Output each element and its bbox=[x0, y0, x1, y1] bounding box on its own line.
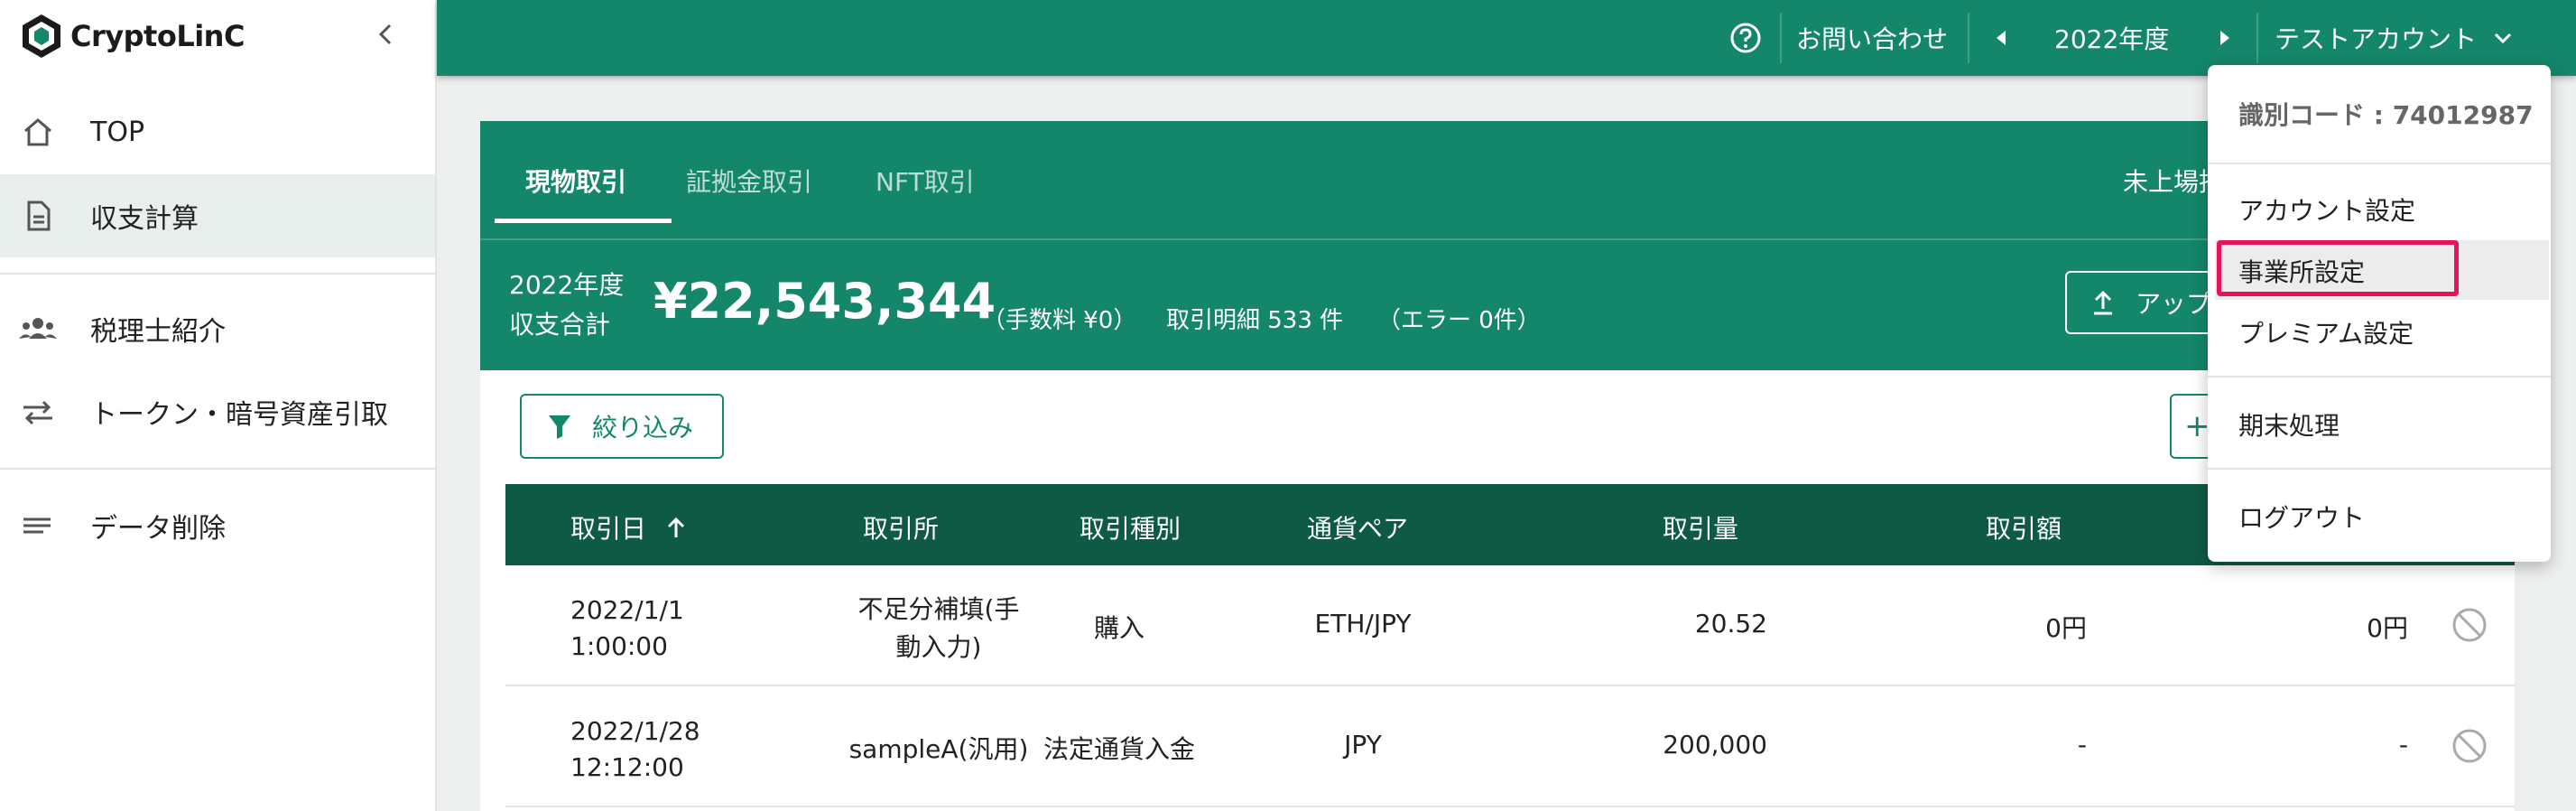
extra-value-cell: - bbox=[2398, 730, 2408, 760]
sidebar-item-top[interactable]: TOP bbox=[0, 90, 435, 173]
menu-item-logout[interactable]: ログアウト bbox=[2238, 499, 2365, 535]
account-dropdown-menu: 識別コード : 74012987 アカウント設定 事業所設定 プレミアム設定 期… bbox=[2208, 65, 2551, 562]
highlight-box bbox=[2217, 240, 2459, 296]
account-name: テストアカウント bbox=[2275, 24, 2478, 54]
divider bbox=[0, 273, 435, 275]
chevron-left-icon[interactable] bbox=[368, 16, 404, 52]
sidebar-item-label: 収支計算 bbox=[90, 203, 199, 235]
col-date-label: 取引日 bbox=[570, 514, 647, 544]
type-cell: 法定通貨入金 bbox=[1042, 734, 1195, 764]
contact-link[interactable]: お問い合わせ bbox=[1796, 0, 1948, 76]
ignore-icon[interactable] bbox=[2451, 728, 2488, 764]
transaction-count: 取引明細 533 件 bbox=[1166, 307, 1344, 334]
time-text: 12:12:00 bbox=[570, 752, 684, 782]
summary-label: 2022年度 収支合計 bbox=[509, 266, 624, 345]
divider bbox=[2208, 376, 2551, 378]
active-tab-indicator bbox=[495, 219, 672, 223]
divider bbox=[1968, 13, 1969, 63]
col-pair[interactable]: 通貨ペア bbox=[1307, 509, 1408, 545]
divider bbox=[2256, 13, 2258, 63]
col-type[interactable]: 取引種別 bbox=[1080, 509, 1181, 545]
type-cell: 購入 bbox=[1093, 613, 1144, 643]
menu-item-premium-settings[interactable]: プレミアム設定 bbox=[2238, 314, 2414, 350]
prev-year-icon[interactable] bbox=[1995, 0, 2009, 76]
amount-cell: 20.52 bbox=[1694, 609, 1767, 639]
divider bbox=[1780, 13, 1782, 63]
logo-text: CryptoLinC bbox=[70, 19, 245, 53]
filter-button[interactable]: 絞り込み bbox=[520, 394, 724, 459]
sidebar-item-delete-data[interactable]: データ削除 bbox=[0, 484, 435, 567]
date-text: 2022/1/28 bbox=[570, 716, 700, 746]
cryptolinc-logo-icon bbox=[23, 14, 60, 58]
divider bbox=[2208, 468, 2551, 470]
chevron-down-icon bbox=[2494, 33, 2512, 44]
sidebar-item-label: データ削除 bbox=[90, 513, 226, 545]
tab-nft[interactable]: NFT取引 bbox=[876, 163, 975, 199]
help-icon[interactable] bbox=[1729, 0, 1762, 76]
sidebar-item-label: 税理士紹介 bbox=[90, 316, 226, 348]
date-cell: 2022/1/28 12:12:00 bbox=[570, 713, 700, 786]
col-exchange[interactable]: 取引所 bbox=[863, 509, 939, 545]
amount-cell: 200,000 bbox=[1663, 730, 1767, 760]
value-cell: 0円 bbox=[2045, 613, 2087, 643]
people-icon bbox=[18, 309, 58, 349]
pair-cell: JPY bbox=[1344, 730, 1382, 760]
date-text: 2022/1/1 bbox=[570, 595, 684, 625]
value-cell: - bbox=[2077, 730, 2087, 760]
tab-margin[interactable]: 証拠金取引 bbox=[686, 163, 812, 199]
col-value[interactable]: 取引額 bbox=[1986, 509, 2062, 545]
col-amount[interactable]: 取引量 bbox=[1663, 509, 1738, 545]
swap-arrows-icon bbox=[18, 392, 58, 432]
sidebar-item-tax-accountant[interactable]: 税理士紹介 bbox=[0, 287, 435, 370]
document-icon bbox=[18, 196, 58, 236]
sidebar-item-income-calc[interactable]: 収支計算 bbox=[0, 174, 435, 257]
ignore-icon[interactable] bbox=[2451, 607, 2488, 643]
date-cell: 2022/1/1 1:00:00 bbox=[570, 592, 684, 665]
home-icon bbox=[18, 112, 58, 152]
total-amount: ¥22,543,344 bbox=[653, 273, 996, 330]
upload-icon bbox=[2094, 290, 2112, 315]
col-date[interactable]: 取引日 bbox=[570, 509, 687, 545]
filter-label: 絞り込み bbox=[592, 413, 694, 443]
identification-code: 識別コード : 74012987 bbox=[2238, 100, 2534, 130]
table-row[interactable]: 2022/1/28 12:12:00 sampleA(汎用) 法定通貨入金 JP… bbox=[505, 686, 2515, 807]
extra-value-cell: 0円 bbox=[2367, 613, 2408, 643]
summary-total-label: 収支合計 bbox=[509, 310, 611, 340]
divider bbox=[0, 468, 435, 470]
table-row[interactable]: 2022/1/1 1:00:00 不足分補填(手 動入力) 購入 ETH/JPY… bbox=[505, 565, 2515, 686]
sidebar: CryptoLinC TOP 収支計算 税理士紹介 トークン・暗号資産引取 デー… bbox=[0, 0, 437, 811]
arrow-up-icon bbox=[667, 517, 684, 537]
filter-icon bbox=[549, 415, 570, 439]
menu-item-year-end[interactable]: 期末処理 bbox=[2238, 406, 2340, 443]
fiscal-year-label: 2022年度 bbox=[2054, 24, 2170, 54]
fee-text: （手数料 ¥0） bbox=[982, 307, 1137, 334]
logo[interactable]: CryptoLinC bbox=[18, 13, 245, 60]
lines-icon bbox=[18, 506, 58, 545]
tab-spot[interactable]: 現物取引 bbox=[525, 163, 626, 199]
menu-item-account-settings[interactable]: アカウント設定 bbox=[2238, 191, 2415, 228]
upload-label: アップ bbox=[2136, 289, 2212, 319]
divider bbox=[2208, 163, 2551, 164]
error-count: （エラー 0件） bbox=[1377, 307, 1541, 334]
sidebar-item-label: TOP bbox=[90, 116, 145, 148]
summary-year: 2022年度 bbox=[509, 270, 625, 300]
sidebar-item-label: トークン・暗号資産引取 bbox=[90, 399, 388, 431]
sidebar-item-token-transfer[interactable]: トークン・暗号資産引取 bbox=[0, 370, 435, 453]
pair-cell: ETH/JPY bbox=[1314, 609, 1412, 639]
time-text: 1:00:00 bbox=[570, 631, 668, 661]
